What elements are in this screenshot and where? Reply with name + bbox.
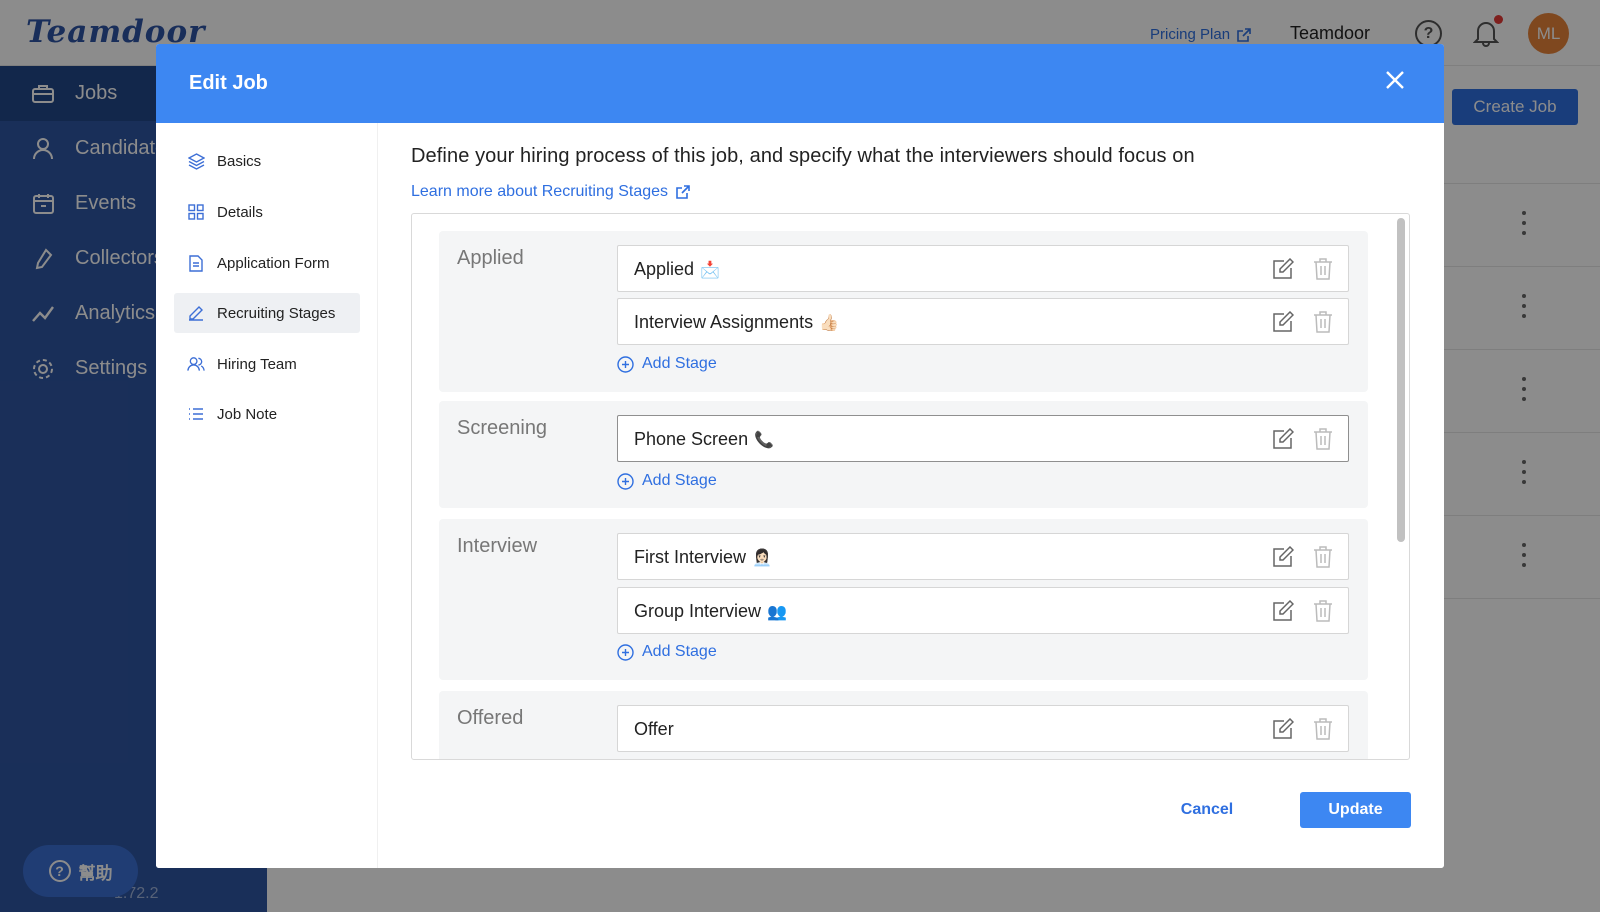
trash-icon[interactable]: [1313, 600, 1333, 622]
stage-name: Applied 📩: [634, 259, 720, 279]
stage-group-label: Offered: [457, 707, 524, 729]
stage-name: Phone Screen 📞: [634, 429, 775, 449]
nav-item-basics[interactable]: Basics: [174, 141, 360, 181]
nav-item-label: Details: [217, 203, 263, 221]
list-icon: [187, 405, 205, 423]
nav-item-label: Recruiting Stages: [217, 304, 336, 322]
add-stage-button[interactable]: Add Stage: [617, 470, 717, 492]
stage-row[interactable]: Phone Screen 📞: [617, 415, 1349, 462]
update-button[interactable]: Update: [1300, 792, 1411, 828]
nav-item-recruiting-stages[interactable]: Recruiting Stages: [174, 293, 360, 333]
edit-icon[interactable]: [1272, 546, 1294, 568]
stage-group-applied: Applied Applied 📩 Interview Assignments 👍🏻…: [439, 231, 1368, 392]
edit-icon[interactable]: [1272, 311, 1294, 333]
close-icon[interactable]: [1383, 68, 1407, 92]
stage-group-interview: Interview First Interview 👩🏻‍💼 Group Inte…: [439, 519, 1368, 680]
stage-group-label: Screening: [457, 417, 548, 439]
stage-row[interactable]: First Interview 👩🏻‍💼: [617, 533, 1349, 580]
nav-item-application-form[interactable]: Application Form: [174, 243, 360, 283]
add-stage-button[interactable]: Add Stage: [617, 353, 717, 375]
stage-name: Offer: [634, 719, 674, 739]
external-link-icon: [676, 185, 690, 199]
add-stage-label: Add Stage: [642, 643, 717, 660]
stage-group-offered: Offered Offer: [439, 691, 1368, 759]
nav-item-label: Job Note: [217, 405, 278, 423]
trash-icon[interactable]: [1313, 428, 1333, 450]
trash-icon[interactable]: [1313, 718, 1333, 740]
trash-icon[interactable]: [1313, 546, 1333, 568]
edit-icon[interactable]: [1272, 428, 1294, 450]
stage-group-label: Applied: [457, 247, 524, 269]
modal-header: Edit Job: [156, 44, 1444, 123]
stage-name: First Interview 👩🏻‍💼: [634, 547, 772, 567]
nav-item-hiring-team[interactable]: Hiring Team: [174, 344, 360, 384]
stage-name: Group Interview 👥: [634, 601, 787, 621]
add-stage-label: Add Stage: [642, 472, 717, 489]
edit-icon[interactable]: [1272, 258, 1294, 280]
nav-item-job-note[interactable]: Job Note: [174, 394, 360, 434]
add-stage-button[interactable]: Add Stage: [617, 641, 717, 663]
stages-scroll-container[interactable]: Applied Applied 📩 Interview Assignments 👍🏻…: [411, 213, 1410, 760]
plus-circle-icon: [617, 643, 634, 661]
stage-group-label: Interview: [457, 535, 538, 557]
add-stage-label: Add Stage: [642, 355, 717, 372]
layers-icon: [187, 152, 205, 170]
learn-more-link[interactable]: Learn more about Recruiting Stages: [411, 183, 690, 201]
edit-job-modal: Edit Job Basics Details Application Form…: [156, 44, 1444, 868]
learn-more-label: Learn more about Recruiting Stages: [411, 183, 669, 200]
scrollbar-thumb[interactable]: [1397, 218, 1405, 542]
trash-icon[interactable]: [1313, 311, 1333, 333]
stage-row[interactable]: Group Interview 👥: [617, 587, 1349, 634]
modal-nav: Basics Details Application Form Recruiti…: [156, 123, 378, 868]
nav-item-label: Hiring Team: [217, 355, 297, 373]
modal-title: Edit Job: [189, 72, 268, 94]
edit-icon[interactable]: [1272, 600, 1294, 622]
grid-icon: [187, 203, 205, 221]
edit-icon[interactable]: [1272, 718, 1294, 740]
plus-circle-icon: [617, 472, 634, 490]
stage-row[interactable]: Offer: [617, 705, 1349, 752]
recruiting-stages-panel: Define your hiring process of this job, …: [378, 123, 1444, 868]
nav-item-label: Application Form: [217, 254, 330, 272]
pencil-icon: [187, 304, 205, 322]
scrollbar[interactable]: [1397, 218, 1405, 757]
stage-row[interactable]: Applied 📩: [617, 245, 1349, 292]
stage-group-screening: Screening Phone Screen 📞 Add Stage: [439, 401, 1368, 508]
stage-name: Interview Assignments 👍🏻: [634, 312, 839, 332]
team-icon: [187, 355, 205, 373]
trash-icon[interactable]: [1313, 258, 1333, 280]
nav-item-label: Basics: [217, 152, 262, 170]
cancel-button[interactable]: Cancel: [1162, 792, 1252, 828]
section-description: Define your hiring process of this job, …: [411, 145, 1195, 167]
nav-item-details[interactable]: Details: [174, 192, 360, 232]
plus-circle-icon: [617, 355, 634, 373]
stage-row[interactable]: Interview Assignments 👍🏻: [617, 298, 1349, 345]
document-icon: [187, 254, 205, 272]
